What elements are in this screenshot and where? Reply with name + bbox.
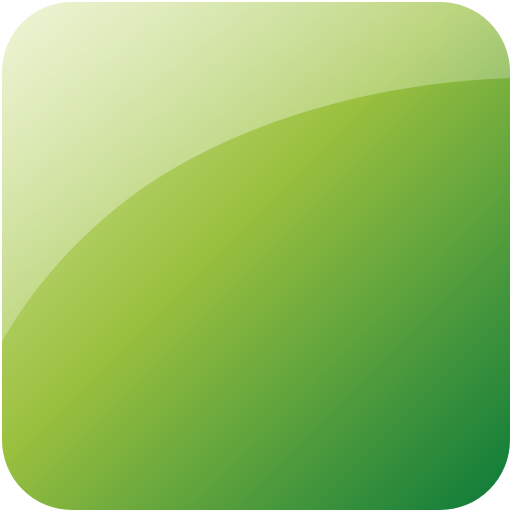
icon-canvas <box>0 0 512 512</box>
green-square-button-icon[interactable] <box>0 0 512 512</box>
